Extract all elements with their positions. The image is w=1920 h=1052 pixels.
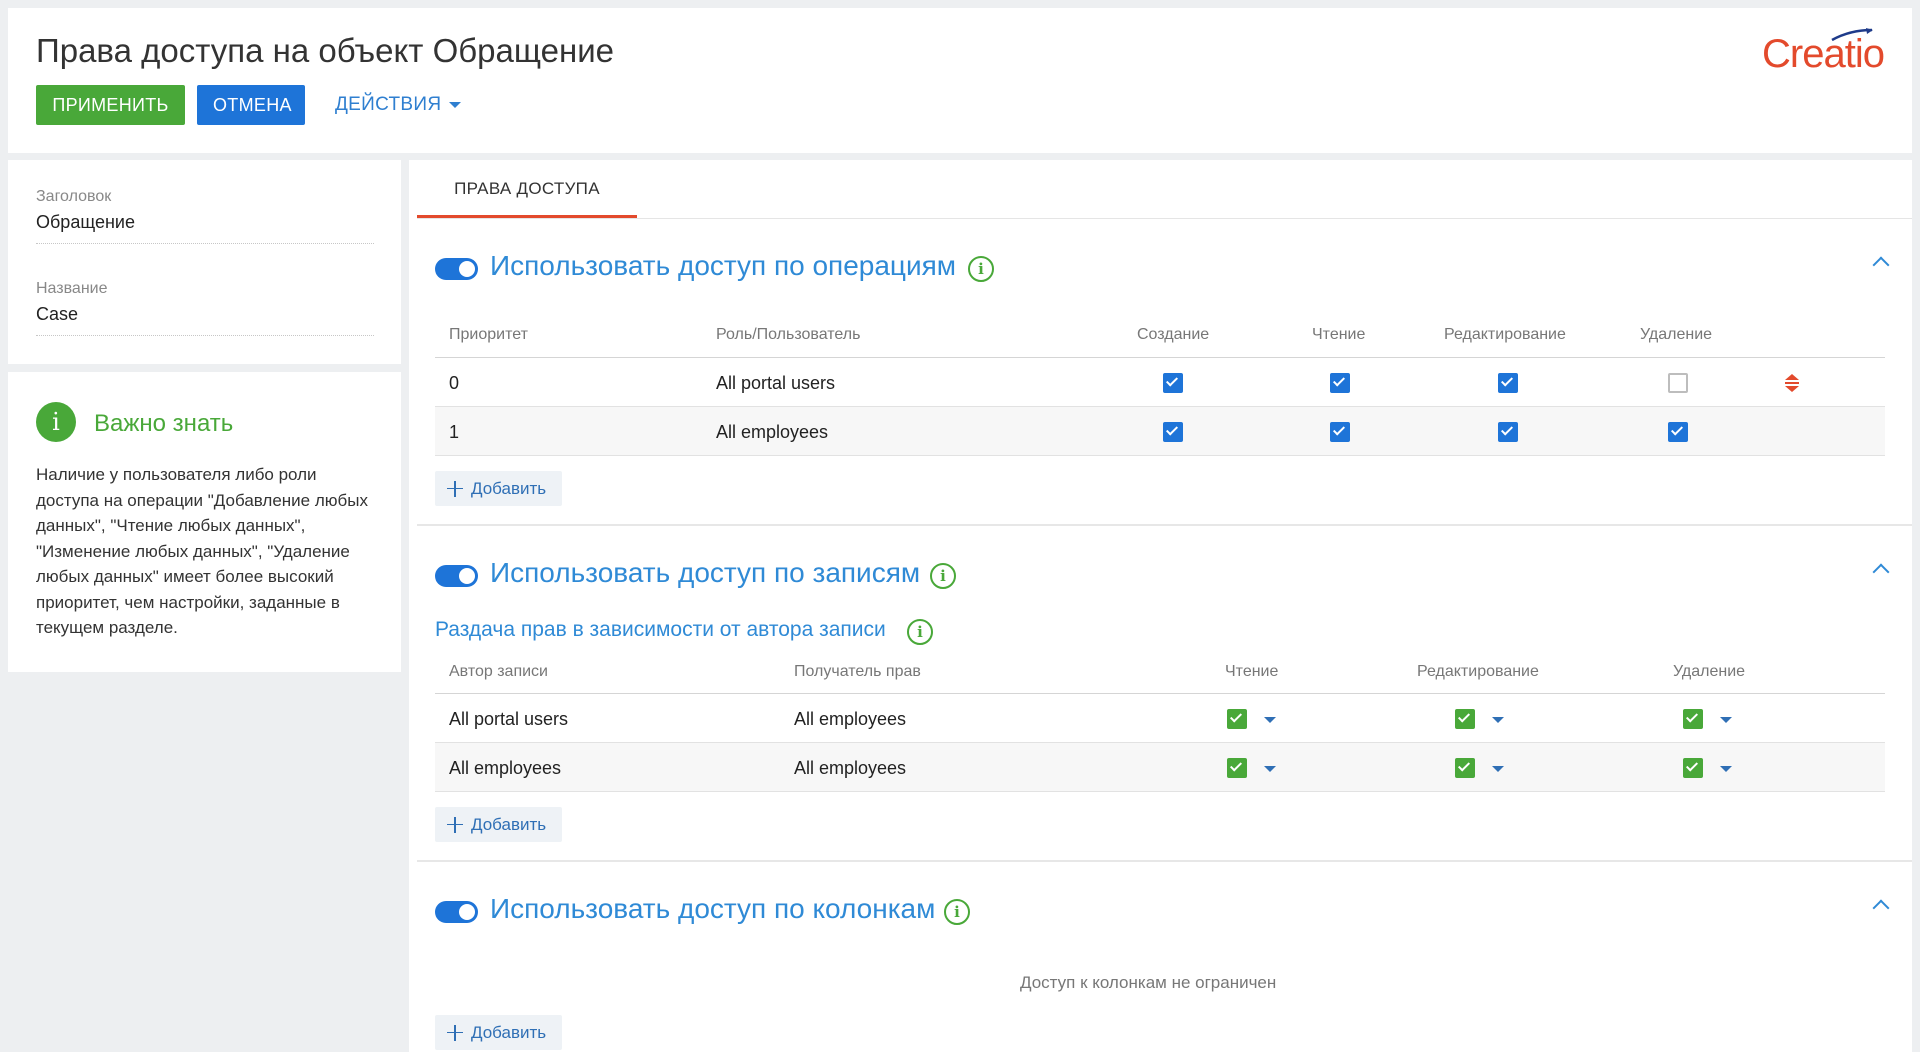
rec-row-0-delete-checkbox[interactable] xyxy=(1683,709,1703,729)
op-row-0-delete-checkbox[interactable] xyxy=(1668,373,1688,393)
rec-row-1-delete-checkbox[interactable] xyxy=(1683,758,1703,778)
rec-row-0-edit-dropdown-icon[interactable] xyxy=(1492,717,1504,723)
row-separator xyxy=(435,455,1885,456)
plus-icon xyxy=(447,1024,463,1041)
columns-section-title[interactable]: Использовать доступ по колонкам xyxy=(490,893,935,925)
op-row-1-read-checkbox[interactable] xyxy=(1330,422,1350,442)
table-header-line xyxy=(435,357,1885,358)
rec-row-1-edit-dropdown-icon[interactable] xyxy=(1492,766,1504,772)
operations-toggle[interactable] xyxy=(435,258,478,280)
rec-row-1-edit-checkbox[interactable] xyxy=(1455,758,1475,778)
name-field-value: Case xyxy=(36,304,79,324)
info-text: Наличие у пользователя либо роли доступа… xyxy=(36,465,368,637)
info-icon: i xyxy=(36,402,76,442)
page-title: Права доступа на объект Обращение xyxy=(36,32,614,69)
rec-row-1-delete-dropdown-icon[interactable] xyxy=(1720,766,1732,772)
apply-button[interactable]: ПРИМЕНИТЬ xyxy=(36,85,185,125)
op-row-1-delete-checkbox[interactable] xyxy=(1668,422,1688,442)
chevron-down-icon xyxy=(449,102,462,108)
table-header-line xyxy=(435,693,1885,694)
col-author: Автор записи xyxy=(449,663,548,680)
op-row-1-priority: 1 xyxy=(449,422,460,442)
add-label: Добавить xyxy=(471,1022,547,1042)
columns-collapse-icon[interactable] xyxy=(1872,899,1890,917)
op-row-0-priority: 0 xyxy=(449,373,460,393)
op-row-0-read-checkbox[interactable] xyxy=(1330,373,1350,393)
add-label: Добавить xyxy=(471,814,547,834)
tab-access-rights[interactable]: ПРАВА ДОСТУПА xyxy=(417,160,637,218)
col-create: Создание xyxy=(1137,326,1210,343)
col-role: Роль/Пользователь xyxy=(716,326,861,343)
op-row-1-create-checkbox[interactable] xyxy=(1163,422,1183,442)
col-read: Чтение xyxy=(1225,663,1279,680)
rec-row-0-author[interactable]: All portal users xyxy=(449,709,568,730)
records-add-button[interactable]: Добавить xyxy=(435,807,562,842)
author-rights-info-icon[interactable]: i xyxy=(907,619,933,645)
caption-field[interactable]: Заголовок Обращение xyxy=(36,188,374,244)
operations-collapse-icon[interactable] xyxy=(1872,256,1890,274)
operations-section-title[interactable]: Использовать доступ по операциям xyxy=(490,250,956,282)
author-rights-subtitle: Раздача прав в зависимости от автора зап… xyxy=(435,618,886,641)
rec-row-0-edit-checkbox[interactable] xyxy=(1455,709,1475,729)
table-row xyxy=(435,743,1885,791)
col-read: Чтение xyxy=(1312,326,1366,343)
columns-info-icon[interactable]: i xyxy=(944,899,970,925)
caption-field-label: Заголовок xyxy=(36,188,112,205)
rec-row-1-read-checkbox[interactable] xyxy=(1227,758,1247,778)
col-edit: Редактирование xyxy=(1417,663,1539,680)
plus-icon xyxy=(447,480,463,497)
rec-row-0-read-dropdown-icon[interactable] xyxy=(1264,717,1276,723)
info-title: Важно знать xyxy=(94,410,234,437)
operations-add-button[interactable]: Добавить xyxy=(435,471,562,506)
records-section-title[interactable]: Использовать доступ по записям xyxy=(490,557,920,589)
section-divider xyxy=(417,860,1912,862)
add-label: Добавить xyxy=(471,478,547,498)
operations-info-icon[interactable]: i xyxy=(968,256,994,282)
priority-arrows-icon[interactable] xyxy=(1783,373,1801,393)
actions-dropdown[interactable]: ДЕЙСТВИЯ xyxy=(335,85,462,125)
rec-row-0-read-checkbox[interactable] xyxy=(1227,709,1247,729)
rec-row-1-read-dropdown-icon[interactable] xyxy=(1264,766,1276,772)
records-toggle[interactable] xyxy=(435,565,478,587)
actions-label: ДЕЙСТВИЯ xyxy=(335,94,442,115)
row-separator xyxy=(435,791,1885,792)
name-field-label: Название xyxy=(36,280,108,297)
rec-row-1-grantee[interactable]: All employees xyxy=(794,758,906,779)
page-header: Права доступа на объект Обращение ПРИМЕН… xyxy=(8,8,1912,153)
col-delete: Удаление xyxy=(1673,663,1746,680)
cancel-button[interactable]: ОТМЕНА xyxy=(197,85,305,125)
col-delete: Удаление xyxy=(1640,326,1713,343)
columns-empty-text: Доступ к колонкам не ограничен xyxy=(1020,973,1277,992)
records-collapse-icon[interactable] xyxy=(1872,563,1890,581)
creatio-logo: Creatio xyxy=(1762,32,1885,76)
rec-row-0-grantee[interactable]: All employees xyxy=(794,709,906,730)
rec-row-1-author[interactable]: All employees xyxy=(449,758,561,779)
op-row-1-edit-checkbox[interactable] xyxy=(1498,422,1518,442)
rec-row-0-delete-dropdown-icon[interactable] xyxy=(1720,717,1732,723)
columns-add-button[interactable]: Добавить xyxy=(435,1015,562,1050)
tab-divider xyxy=(417,218,1912,219)
col-grantee: Получатель прав xyxy=(794,663,921,680)
columns-toggle[interactable] xyxy=(435,901,478,923)
object-fields-card: Заголовок Обращение Название Case xyxy=(8,160,401,364)
caption-field-value: Обращение xyxy=(36,212,135,232)
name-field[interactable]: Название Case xyxy=(36,280,374,336)
records-info-icon[interactable]: i xyxy=(930,563,956,589)
section-divider xyxy=(417,524,1912,526)
col-priority: Приоритет xyxy=(449,326,528,343)
important-info-card: i Важно знать Наличие у пользователя либ… xyxy=(8,372,401,672)
access-rights-panel: ПРАВА ДОСТУПА Использовать доступ по опе… xyxy=(409,160,1912,1052)
col-edit: Редактирование xyxy=(1444,326,1566,343)
plus-icon xyxy=(447,816,463,833)
op-row-0-create-checkbox[interactable] xyxy=(1163,373,1183,393)
op-row-0-role[interactable]: All portal users xyxy=(716,373,835,394)
op-row-0-edit-checkbox[interactable] xyxy=(1498,373,1518,393)
op-row-1-role[interactable]: All employees xyxy=(716,422,828,443)
